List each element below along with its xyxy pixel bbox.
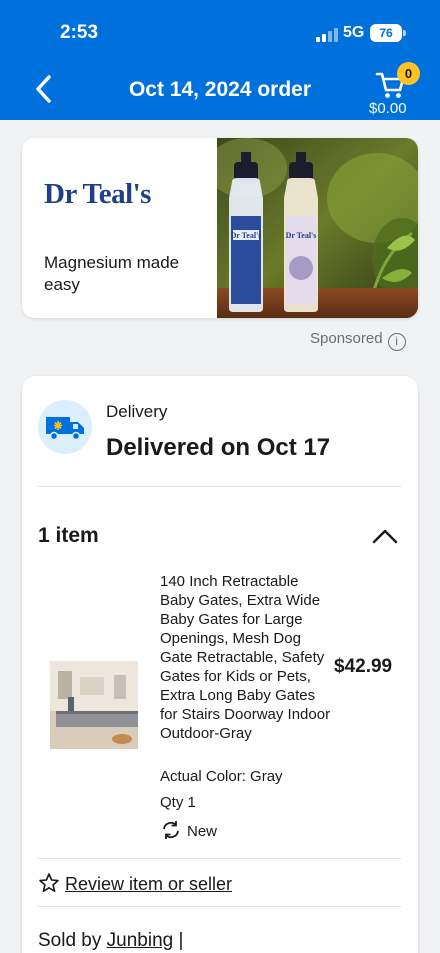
cart-button[interactable]: 0 $0.00 bbox=[366, 62, 420, 118]
divider bbox=[38, 858, 401, 859]
product-thumbnail[interactable] bbox=[50, 661, 138, 749]
refresh-icon bbox=[163, 821, 179, 839]
cart-count-badge: 0 bbox=[397, 62, 420, 85]
ad-tagline: Magnesium made easy bbox=[44, 253, 180, 294]
star-icon bbox=[39, 873, 59, 892]
product-quantity: Qty 1 bbox=[160, 794, 196, 811]
status-time: 2:53 bbox=[60, 22, 99, 43]
battery-indicator: 76 bbox=[370, 24, 406, 42]
seller-link[interactable]: Junbing bbox=[107, 930, 174, 951]
product-color: Actual Color: Gray bbox=[160, 768, 283, 785]
app-header: 2:53 5G 76 Oct 14, 2024 order 0 $0.00 bbox=[0, 0, 440, 120]
sold-by: Sold by Junbing | bbox=[38, 930, 183, 952]
status-bar: 2:53 5G 76 bbox=[0, 20, 440, 50]
product-title[interactable]: 140 Inch Retractable Baby Gates, Extra W… bbox=[160, 572, 332, 743]
ad-product-image: Dr Teal's Dr Teal's bbox=[217, 138, 418, 318]
divider bbox=[38, 906, 401, 907]
nav-bar: Oct 14, 2024 order 0 $0.00 bbox=[0, 62, 440, 118]
divider bbox=[38, 486, 401, 487]
network-type: 5G bbox=[343, 24, 365, 41]
bottle-label-1: Dr Teal's bbox=[231, 231, 262, 240]
product-condition: New bbox=[160, 820, 217, 840]
cart-total: $0.00 bbox=[369, 100, 407, 117]
sold-by-suffix: | bbox=[173, 930, 184, 951]
signal-icon bbox=[316, 28, 338, 42]
order-details-card: Delivery Delivered on Oct 17 1 item 140 … bbox=[22, 376, 418, 953]
condition-text: New bbox=[187, 823, 218, 840]
sponsored-ad-banner[interactable]: Dr Teal's Magnesium made easy Dr Teal's … bbox=[22, 138, 418, 318]
sold-by-prefix: Sold by bbox=[38, 930, 107, 951]
info-icon: i bbox=[387, 333, 406, 351]
items-count: 1 item bbox=[38, 524, 99, 547]
truck-icon bbox=[38, 400, 92, 454]
ad-brand-logo: Dr Teal's bbox=[44, 178, 151, 210]
sponsored-label[interactable]: Sponsored i bbox=[310, 330, 406, 351]
product-price: $42.99 bbox=[334, 656, 393, 677]
chevron-up-icon[interactable] bbox=[370, 524, 400, 548]
sponsored-text: Sponsored bbox=[310, 330, 383, 347]
delivery-status: Delivered on Oct 17 bbox=[106, 434, 331, 461]
bottle-label-2: Dr Teal's bbox=[286, 231, 317, 240]
review-item-link[interactable]: Review item or seller bbox=[38, 872, 232, 895]
review-link-text: Review item or seller bbox=[65, 874, 233, 894]
delivery-label: Delivery bbox=[106, 402, 168, 421]
